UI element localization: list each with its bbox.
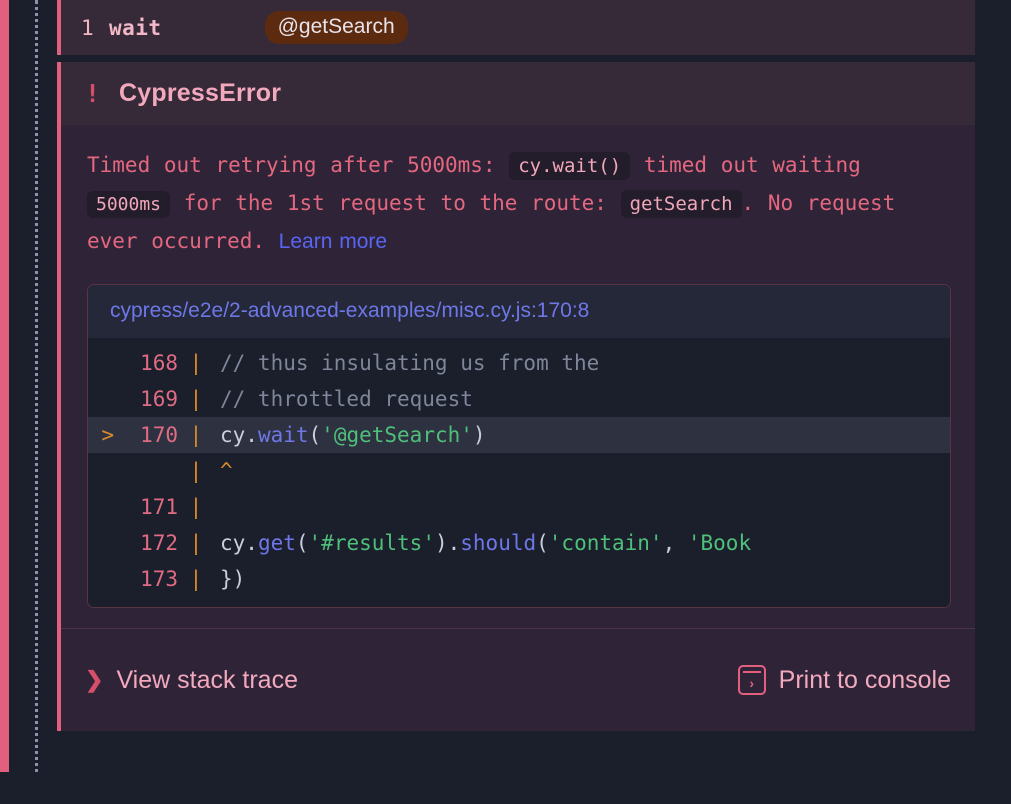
code-token: '@getSearch': [321, 423, 473, 447]
code-line-pipe: |: [178, 423, 214, 447]
command-name: wait: [109, 16, 162, 40]
error-title: CypressError: [119, 79, 281, 108]
code-token: ^: [220, 459, 233, 483]
runner-command-stage: 1 wait @getSearch ! CypressError Timed o…: [57, 0, 975, 804]
code-line-number: 168: [120, 351, 178, 375]
code-line: 173| }): [88, 561, 950, 597]
code-token: (: [309, 423, 322, 447]
code-frame: cypress/e2e/2-advanced-examples/misc.cy.…: [87, 284, 951, 608]
code-line-pipe: |: [178, 531, 214, 555]
panel-gap: [57, 55, 975, 62]
console-icon-chevron: ›: [749, 675, 754, 691]
code-line-number: 172: [120, 531, 178, 555]
code-line-number: 169: [120, 387, 178, 411]
code-line-text: ^: [214, 459, 233, 483]
error-chip-cy-wait: cy.wait(): [509, 152, 630, 180]
code-line-marker: >: [94, 423, 120, 447]
code-line-pipe: |: [178, 351, 214, 375]
code-line-pipe: |: [178, 495, 214, 519]
code-line-number: 173: [120, 567, 178, 591]
code-line-text: cy.wait('@getSearch'): [214, 423, 486, 447]
code-line-pipe: |: [178, 459, 214, 483]
code-line-number: 171: [120, 495, 178, 519]
code-line: | ^: [88, 453, 950, 489]
code-token: }): [220, 567, 245, 591]
code-token: wait: [258, 423, 309, 447]
code-token: should: [460, 531, 536, 555]
code-token: // thus insulating us from the: [220, 351, 599, 375]
code-line-text: // thus insulating us from the: [214, 351, 599, 375]
code-token: ,: [663, 531, 688, 555]
code-token: // throttled request: [220, 387, 473, 411]
error-chip-route-alias: getSearch: [621, 190, 742, 218]
code-token: (: [536, 531, 549, 555]
console-icon: ›: [738, 665, 766, 695]
code-line-text: // throttled request: [214, 387, 473, 411]
code-line-pipe: |: [178, 567, 214, 591]
error-message-part3: for the 1st request to the route:: [184, 191, 607, 215]
code-line: 169| // throttled request: [88, 381, 950, 417]
dotted-guide-line: [35, 0, 38, 804]
code-token: cy.: [220, 531, 258, 555]
command-alias-badge: @getSearch: [265, 11, 408, 44]
code-token: (: [296, 531, 309, 555]
code-token: get: [258, 531, 296, 555]
warning-bang-icon: !: [85, 79, 119, 108]
code-token: ).: [435, 531, 460, 555]
error-panel: ! CypressError Timed out retrying after …: [57, 62, 975, 731]
error-chip-timeout: 5000ms: [87, 191, 170, 218]
code-line-text: cy.get('#results').should('contain', 'Bo…: [214, 531, 751, 555]
code-token: '#results': [309, 531, 435, 555]
print-to-console-button[interactable]: › Print to console: [738, 665, 951, 695]
code-token: 'contain': [549, 531, 663, 555]
code-line: >170| cy.wait('@getSearch'): [88, 417, 950, 453]
code-line: 172| cy.get('#results').should('contain'…: [88, 525, 950, 561]
code-token: ): [473, 423, 486, 447]
view-stack-trace-button[interactable]: ❯ View stack trace: [85, 666, 298, 695]
page-bottom-fill: [0, 772, 1011, 804]
command-number: 1: [81, 16, 109, 40]
print-to-console-label: Print to console: [779, 666, 951, 695]
learn-more-link[interactable]: Learn more: [279, 230, 387, 253]
left-accent-rail: [0, 0, 9, 804]
error-message-part1: Timed out retrying after 5000ms:: [87, 153, 496, 177]
code-line-text: }): [214, 567, 245, 591]
code-frame-body: 168| // thus insulating us from the169| …: [88, 338, 950, 607]
error-message-part2: timed out waiting: [644, 153, 861, 177]
code-line: 171|: [88, 489, 950, 525]
view-stack-trace-label: View stack trace: [116, 666, 298, 695]
command-row-wait[interactable]: 1 wait @getSearch: [57, 0, 975, 55]
code-frame-file-path[interactable]: cypress/e2e/2-advanced-examples/misc.cy.…: [88, 285, 950, 338]
code-line: 168| // thus insulating us from the: [88, 345, 950, 381]
code-line-pipe: |: [178, 387, 214, 411]
code-line-number: 170: [120, 423, 178, 447]
code-token: 'Book: [688, 531, 751, 555]
chevron-right-icon: ❯: [85, 667, 103, 693]
error-footer: ❯ View stack trace › Print to console: [61, 628, 975, 731]
code-token: cy.: [220, 423, 258, 447]
error-header: ! CypressError: [61, 62, 975, 125]
error-message: Timed out retrying after 5000ms: cy.wait…: [61, 125, 975, 266]
